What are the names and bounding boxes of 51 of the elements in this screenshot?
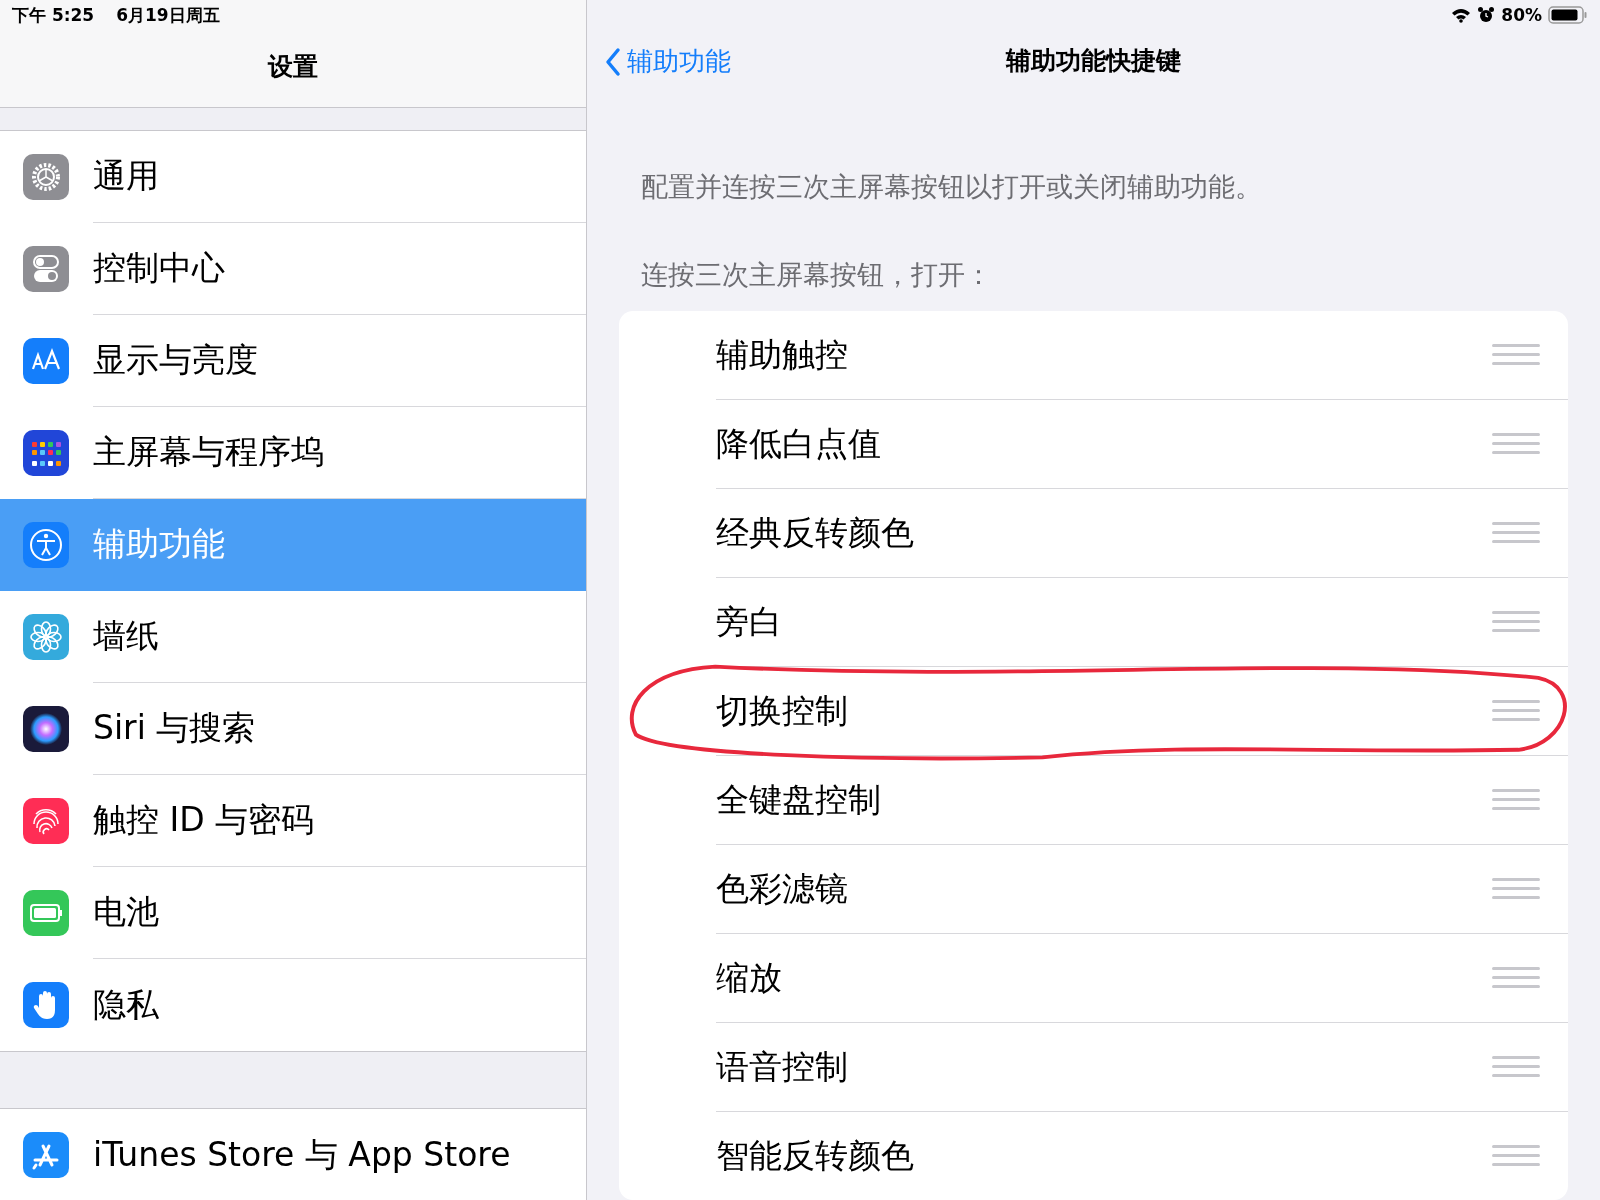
option-label[interactable]: 色彩滤镜 xyxy=(716,866,848,912)
reorder-icon[interactable] xyxy=(1492,698,1540,724)
battery-icon xyxy=(23,890,69,936)
battery-percent: 80% xyxy=(1501,5,1542,25)
sidebar-item[interactable]: Siri 与搜索 xyxy=(0,683,586,775)
orb-icon xyxy=(23,706,69,752)
reorder-icon[interactable] xyxy=(1492,965,1540,991)
reorder-icon[interactable] xyxy=(1492,520,1540,546)
toggle-icon xyxy=(23,246,69,292)
sidebar-item[interactable]: 电池 xyxy=(0,867,586,959)
sidebar-item[interactable]: 控制中心 xyxy=(0,223,586,315)
option-label[interactable]: 切换控制 xyxy=(716,688,848,734)
alarm-clock-icon xyxy=(1477,6,1496,24)
option-label[interactable]: 智能反转颜色 xyxy=(716,1133,914,1179)
sidebar-item[interactable]: 隐私 xyxy=(0,959,586,1051)
reorder-icon[interactable] xyxy=(1492,609,1540,635)
sidebar-title: 设置 xyxy=(268,51,318,83)
option-label[interactable]: 缩放 xyxy=(716,955,782,1001)
chevron-left-icon xyxy=(605,46,621,77)
accessibility-icon xyxy=(23,522,69,568)
sidebar-item[interactable]: 显示与亮度 xyxy=(0,315,586,407)
reorder-icon[interactable] xyxy=(1492,787,1540,813)
sidebar-item[interactable]: 通用 xyxy=(0,131,586,223)
reorder-icon[interactable] xyxy=(1492,342,1540,368)
option-label[interactable]: 旁白 xyxy=(716,599,782,645)
sidebar-item[interactable]: 触控 ID 与密码 xyxy=(0,775,586,867)
reorder-icon[interactable] xyxy=(1492,1143,1540,1169)
flower-icon xyxy=(23,614,69,660)
app-store-icon xyxy=(23,1132,69,1178)
wifi-icon xyxy=(1451,7,1472,23)
app-grid-icon xyxy=(23,430,69,476)
section-header: 连按三次主屏幕按钮，打开： xyxy=(641,258,993,292)
option-label[interactable]: 语音控制 xyxy=(716,1044,848,1090)
description-text: 配置并连按三次主屏幕按钮以打开或关闭辅助功能。 xyxy=(641,170,1263,204)
fingerprint-icon xyxy=(23,798,69,844)
status-date: 6月19日周五 xyxy=(116,3,220,27)
gear-icon xyxy=(23,154,69,200)
reorder-icon[interactable] xyxy=(1492,431,1540,457)
reorder-icon[interactable] xyxy=(1492,876,1540,902)
hand-icon xyxy=(23,982,69,1028)
sidebar-item[interactable]: iTunes Store 与 App Store xyxy=(0,1109,586,1200)
text-size-icon xyxy=(23,338,69,384)
reorder-icon[interactable] xyxy=(1492,1054,1540,1080)
option-label[interactable]: 经典反转颜色 xyxy=(716,510,914,556)
sidebar-item[interactable]: 墙纸 xyxy=(0,591,586,683)
option-label[interactable]: 全键盘控制 xyxy=(716,777,881,823)
page-title: 辅助功能快捷键 xyxy=(1006,45,1181,77)
option-label[interactable]: 降低白点值 xyxy=(716,421,881,467)
battery-status-icon xyxy=(1548,6,1588,24)
status-time: 下午 5:25 xyxy=(12,3,95,27)
option-label[interactable]: 辅助触控 xyxy=(716,332,848,378)
